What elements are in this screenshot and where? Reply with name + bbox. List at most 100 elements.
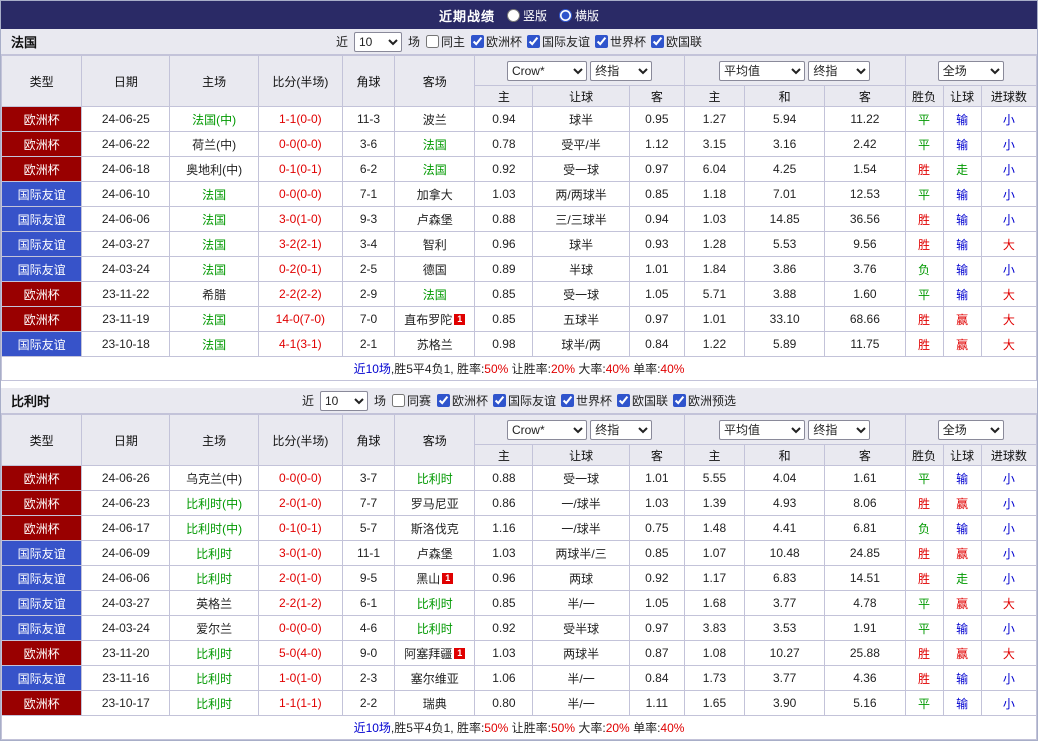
result-handicap: 赢 [942, 490, 982, 516]
euro-away-odds: 4.36 [824, 665, 906, 691]
euro-draw-odds: 5.89 [744, 331, 826, 357]
match-row: 国际友谊 24-06-09 比利时 3-0(1-0) 11-1 卢森堡 1.03 两球半/三 0… [0, 540, 1038, 566]
euro-stage-select[interactable]: 终指 [808, 60, 871, 81]
competition-filter[interactable]: 欧洲预选 [673, 392, 736, 409]
euro-home-odds: 3.15 [683, 131, 746, 157]
euro-source-select[interactable]: 平均值 [719, 419, 806, 440]
subcol-euro-away: 客 [824, 444, 906, 466]
competition-checkbox[interactable] [470, 35, 484, 48]
corner-score: 11-1 [341, 540, 396, 566]
euro-draw-odds: 3.53 [744, 615, 826, 641]
result-handicap: 输 [942, 465, 982, 491]
col-header-away: 客场 [394, 414, 476, 466]
match-row: 欧洲杯 23-11-20 比利时 5-0(4-0) 9-0 阿塞拜疆 1 1.03 两球半 0.8… [0, 640, 1038, 666]
competition-checkbox[interactable] [673, 394, 687, 407]
summary-segment: 50% [484, 721, 509, 735]
competition-filter[interactable]: 国际友谊 [527, 33, 590, 50]
summary-segment: 50% [551, 721, 576, 735]
odds-provider-select[interactable]: Crow* [506, 60, 587, 81]
match-row: 欧洲杯 24-06-25 法国(中) 1-1(0-0) 11-3 波兰 0.94 球半 0.95… [0, 106, 1038, 132]
euro-draw-odds: 3.86 [744, 256, 826, 282]
layout-vertical-option[interactable]: 竖版 [506, 7, 547, 24]
handicap-home-odds: 0.89 [474, 256, 534, 282]
euro-away-odds: 14.51 [824, 565, 906, 591]
summary-segment: 20% [605, 721, 630, 735]
competition-checkbox[interactable] [493, 394, 506, 407]
match-count-select[interactable]: 10 [319, 390, 368, 411]
away-team: 罗马尼亚 [394, 490, 476, 516]
corner-score: 7-1 [341, 181, 396, 207]
result-handicap: 输 [942, 206, 982, 232]
subcol-outcome: 胜负 [904, 444, 944, 466]
handicap-away-odds: 1.05 [628, 281, 685, 307]
handicap-home-odds: 1.16 [474, 515, 534, 541]
subcol-handicap-result: 让球 [942, 85, 982, 107]
layout-horizontal-option[interactable]: 横版 [559, 7, 599, 24]
section-header: 比利时 近 10 场 同赛 欧洲杯 国际友谊 世界杯 欧国联 欧洲预选 [1, 388, 1037, 414]
same-filter[interactable]: 同赛 [391, 392, 431, 409]
competition-checkbox[interactable] [561, 394, 575, 407]
competition-checkbox[interactable] [436, 394, 450, 407]
competition-filter[interactable]: 欧洲杯 [436, 392, 488, 409]
competition-filter[interactable]: 世界杯 [561, 392, 612, 409]
result-outcome: 胜 [904, 306, 944, 332]
topbar: 近期战绩 竖版 横版 [1, 1, 1037, 29]
handicap-away-odds: 0.93 [628, 231, 685, 257]
match-row: 欧洲杯 24-06-22 荷兰(中) 0-0(0-0) 3-6 法国 0.78 受平/半 1.1… [0, 131, 1038, 157]
scope-select[interactable]: 全场 [937, 419, 1004, 440]
away-team: 塞尔维亚 [394, 665, 476, 691]
odds-stage-select[interactable]: 终指 [590, 60, 653, 81]
competition-filter[interactable]: 世界杯 [595, 33, 646, 50]
euro-away-odds: 25.88 [824, 640, 906, 666]
vertical-radio[interactable] [506, 8, 520, 22]
euro-home-odds: 1.84 [683, 256, 746, 282]
same-checkbox[interactable] [425, 35, 439, 48]
same-checkbox[interactable] [391, 394, 405, 407]
horizontal-radio[interactable] [559, 8, 572, 22]
match-score: 0-0(0-0) [257, 181, 343, 207]
home-team: 奥地利(中) [169, 156, 259, 182]
competition-filter[interactable]: 欧洲杯 [470, 33, 522, 50]
match-date: 24-03-27 [81, 590, 171, 616]
corner-score: 2-5 [341, 256, 396, 282]
competition-filter[interactable]: 欧国联 [617, 392, 668, 409]
competition-checkbox[interactable] [595, 35, 609, 48]
euro-stage-select[interactable]: 终指 [808, 419, 871, 440]
euro-home-odds: 1.48 [683, 515, 746, 541]
competition-label: 国际友谊 [542, 35, 591, 49]
result-handicap: 赢 [942, 640, 982, 666]
odds-provider-select[interactable]: Crow* [506, 419, 587, 440]
euro-home-odds: 1.03 [683, 206, 746, 232]
euro-home-odds: 1.73 [683, 665, 746, 691]
handicap-away-odds: 0.85 [628, 181, 685, 207]
match-count-select[interactable]: 10 [353, 31, 402, 52]
home-team: 比利时(中) [169, 515, 259, 541]
match-row: 国际友谊 23-11-16 比利时 1-0(1-0) 2-3 塞尔维亚 1.06 半/一 0.8… [0, 665, 1038, 691]
competition-checkbox[interactable] [651, 35, 665, 48]
away-team: 法国 [394, 131, 476, 157]
match-row: 国际友谊 24-03-24 法国 0-2(0-1) 2-5 德国 0.89 半球 1.01 1.8… [0, 256, 1038, 282]
competition-filter[interactable]: 欧国联 [651, 33, 702, 50]
summary-segment: 让胜率: [508, 362, 551, 376]
odds-stage-select[interactable]: 终指 [590, 419, 653, 440]
euro-source-select[interactable]: 平均值 [719, 60, 806, 81]
away-team: 比利时 [394, 465, 476, 491]
same-filter[interactable]: 同主 [425, 33, 465, 50]
handicap-home-odds: 0.98 [474, 331, 534, 357]
red-card-badge: 1 [454, 647, 466, 659]
euro-draw-odds: 4.41 [744, 515, 826, 541]
subcol-handicap-line: 让球 [532, 444, 630, 466]
home-team: 比利时 [169, 690, 259, 716]
competition-checkbox[interactable] [617, 394, 631, 407]
summary-segment: 40% [660, 721, 685, 735]
team-section-france: 法国 近 10 场 同主 欧洲杯 国际友谊 世界杯 欧国联 类型 日期 主场 比… [0, 29, 1038, 381]
match-type-badge: 国际友谊 [0, 665, 83, 691]
scope-select[interactable]: 全场 [937, 60, 1004, 81]
competition-checkbox[interactable] [527, 35, 540, 48]
col-header-corner: 角球 [341, 414, 396, 466]
match-type-badge: 欧洲杯 [0, 106, 83, 132]
result-outcome: 平 [904, 690, 944, 716]
summary-segment: 单率: [629, 362, 661, 376]
match-date: 24-06-25 [81, 106, 171, 132]
competition-filter[interactable]: 国际友谊 [493, 392, 556, 409]
